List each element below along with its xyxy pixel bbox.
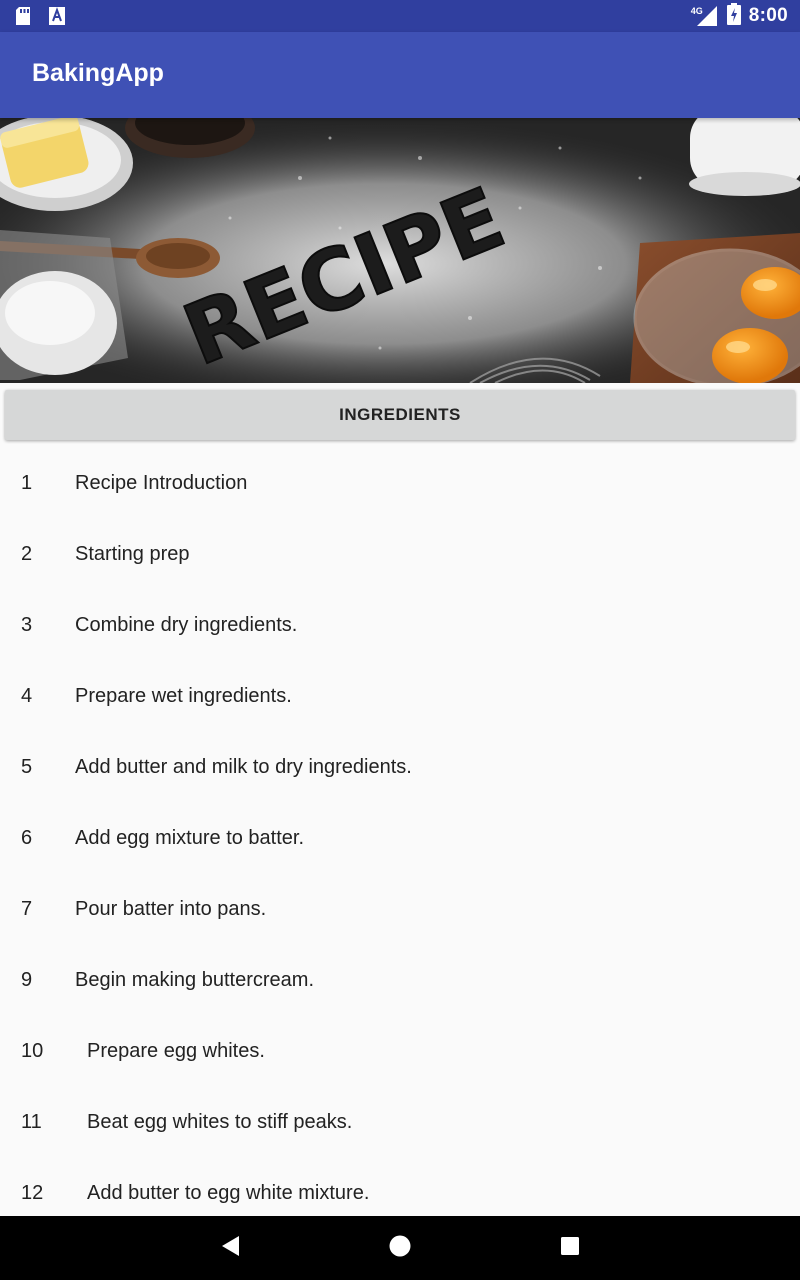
step-number: 10 — [21, 1040, 44, 1062]
recipe-hero-image: RECIPE — [0, 118, 800, 383]
app-title: BakingApp — [32, 59, 164, 87]
back-button[interactable] — [190, 1216, 270, 1280]
ingredients-button[interactable]: INGREDIENTS — [5, 390, 795, 440]
step-number: 1 — [21, 472, 33, 494]
step-label: Begin making buttercream. — [75, 969, 315, 991]
signal-icon: 4G — [691, 4, 719, 28]
notification-a-icon — [48, 6, 66, 31]
step-row-3[interactable]: 3 Combine dry ingredients. — [0, 590, 800, 661]
clock: 8:00 — [748, 5, 788, 26]
step-label: Prepare wet ingredients. — [75, 685, 292, 707]
step-label: Add butter and milk to dry ingredients. — [75, 756, 412, 778]
ingredients-button-label: INGREDIENTS — [339, 405, 461, 424]
app-root: 4G 8:00 BakingApp RECIPE INGREDIENTS 1 R… — [0, 0, 800, 1280]
step-row-5[interactable]: 5 Add butter and milk to dry ingredients… — [0, 732, 800, 803]
recents-button[interactable] — [530, 1216, 610, 1280]
step-number: 9 — [21, 969, 33, 991]
step-row-1[interactable]: 1 Recipe Introduction — [0, 448, 800, 519]
step-number: 12 — [21, 1182, 44, 1204]
step-row-9[interactable]: 9 Begin making buttercream. — [0, 945, 800, 1016]
step-number: 5 — [21, 756, 33, 778]
app-bar: BakingApp — [0, 32, 800, 118]
step-number: 3 — [21, 614, 33, 636]
step-label: Starting prep — [75, 543, 190, 565]
sd-card-icon — [14, 6, 32, 31]
home-icon — [388, 1234, 412, 1263]
step-label: Recipe Introduction — [75, 472, 248, 494]
step-number: 4 — [21, 685, 33, 707]
step-row-2[interactable]: 2 Starting prep — [0, 519, 800, 590]
step-row-4[interactable]: 4 Prepare wet ingredients. — [0, 661, 800, 732]
home-button[interactable] — [360, 1216, 440, 1280]
step-number: 7 — [21, 898, 33, 920]
battery-charging-icon — [726, 2, 741, 30]
step-row-10[interactable]: 10 Prepare egg whites. — [0, 1016, 800, 1087]
step-number: 11 — [21, 1111, 42, 1133]
step-label: Add butter to egg white mixture. — [87, 1182, 370, 1204]
back-icon — [219, 1234, 241, 1263]
status-bar: 4G 8:00 — [0, 0, 800, 32]
step-number: 6 — [21, 827, 33, 849]
step-row-7[interactable]: 7 Pour batter into pans. — [0, 874, 800, 945]
steps-list: 1 Recipe Introduction 2 Starting prep 3 … — [0, 448, 800, 1229]
recents-icon — [559, 1235, 581, 1262]
step-row-11[interactable]: 11 Beat egg whites to stiff peaks. — [0, 1087, 800, 1158]
step-label: Combine dry ingredients. — [75, 614, 298, 636]
step-row-6[interactable]: 6 Add egg mixture to batter. — [0, 803, 800, 874]
step-label: Pour batter into pans. — [75, 898, 267, 920]
navigation-bar — [0, 1216, 800, 1280]
step-label: Add egg mixture to batter. — [75, 827, 305, 849]
step-label: Prepare egg whites. — [87, 1040, 265, 1062]
step-label: Beat egg whites to stiff peaks. — [87, 1111, 353, 1133]
step-number: 2 — [21, 543, 33, 565]
